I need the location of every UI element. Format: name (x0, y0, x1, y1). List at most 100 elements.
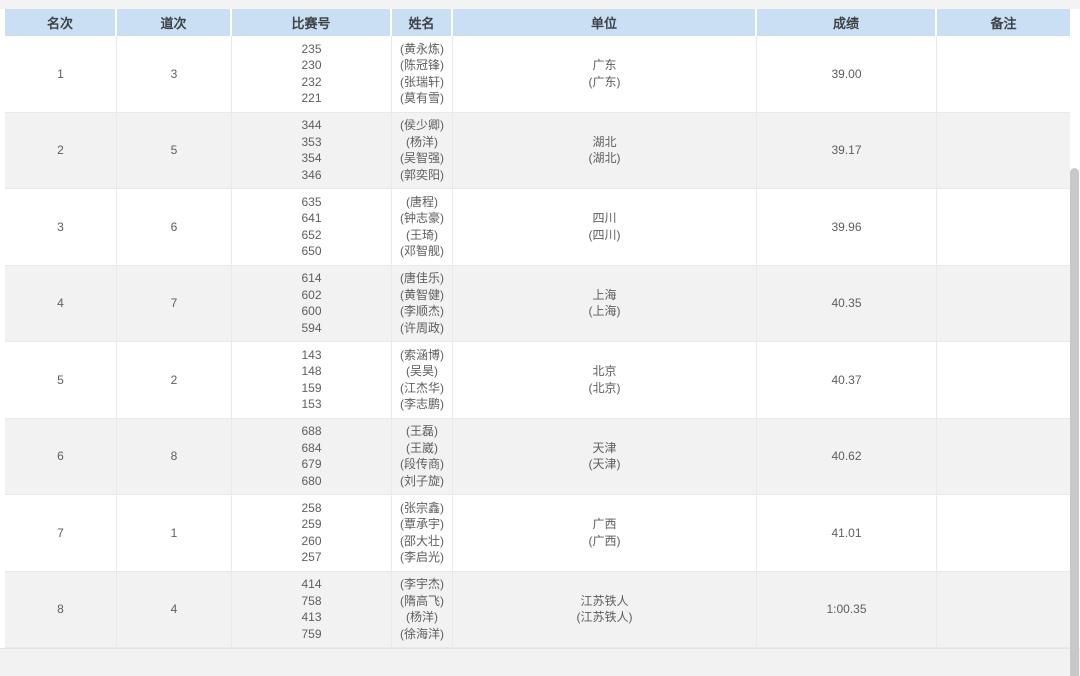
cell-bibs: 688684679680 (232, 419, 392, 495)
cell-result: 39.17 (757, 113, 937, 189)
cell-rank: 5 (5, 342, 117, 418)
column-header-bib: 比赛号 (232, 9, 392, 36)
cell-rank: 3 (5, 189, 117, 265)
cell-remark (937, 36, 1070, 112)
cell-remark (937, 189, 1070, 265)
athlete-name: (李顺杰) (400, 303, 444, 320)
column-header-result: 成绩 (757, 9, 937, 36)
team-name: (广东) (589, 74, 621, 91)
athlete-name: (王琦) (406, 227, 438, 244)
bib-number: 414 (301, 576, 321, 593)
athlete-name: (吴智强) (400, 150, 444, 167)
athlete-name: (黄智健) (400, 287, 444, 304)
cell-bibs: 414758413759 (232, 572, 392, 648)
cell-lane: 8 (117, 419, 232, 495)
cell-remark (937, 342, 1070, 418)
team-name: 四川 (592, 210, 616, 227)
table-row: 2 5 344353354346 (侯少卿)(杨洋)(吴智强)(郭奕阳) 湖北(… (5, 113, 1070, 190)
bib-number: 143 (301, 347, 321, 364)
team-name: 广西 (592, 516, 616, 533)
table-row: 3 6 635641652650 (唐程)(钟志豪)(王琦)(邓智舰) 四川(四… (5, 189, 1070, 266)
cell-remark (937, 266, 1070, 342)
bib-number: 652 (301, 227, 321, 244)
team-name: 天津 (592, 440, 616, 457)
cell-rank: 7 (5, 495, 117, 571)
table-row: 1 3 235230232221 (黄永炼)(陈冠锋)(张瑞轩)(莫有雪) 广东… (5, 36, 1070, 113)
athlete-name: (侯少卿) (400, 117, 444, 134)
cell-names: (唐佳乐)(黄智健)(李顺杰)(许周政) (392, 266, 453, 342)
bib-number: 680 (301, 473, 321, 490)
cell-remark (937, 572, 1070, 648)
cell-result: 40.37 (757, 342, 937, 418)
athlete-name: (陈冠锋) (400, 57, 444, 74)
cell-result: 39.96 (757, 189, 937, 265)
cell-result: 39.00 (757, 36, 937, 112)
team-name: (江苏铁人) (577, 609, 633, 626)
athlete-name: (李宇杰) (400, 576, 444, 593)
cell-team: 江苏铁人(江苏铁人) (453, 572, 757, 648)
bib-number: 354 (301, 150, 321, 167)
athlete-name: (吴昊) (406, 363, 438, 380)
column-header-remark: 备注 (937, 9, 1070, 36)
team-name: 江苏铁人 (580, 593, 628, 610)
team-name: (湖北) (589, 150, 621, 167)
athlete-name: (许周政) (400, 320, 444, 337)
table-header-row: 名次 道次 比赛号 姓名 单位 成绩 备注 (5, 9, 1070, 36)
cell-bibs: 635641652650 (232, 189, 392, 265)
bib-number: 602 (301, 287, 321, 304)
athlete-name: (郭奕阳) (400, 167, 444, 184)
table-row: 8 4 414758413759 (李宇杰)(隋高飞)(杨洋)(徐海洋) 江苏铁… (5, 572, 1070, 649)
bib-number: 259 (301, 516, 321, 533)
team-name: (广西) (589, 533, 621, 550)
athlete-name: (索涵博) (400, 347, 444, 364)
bib-number: 159 (301, 380, 321, 397)
cell-lane: 5 (117, 113, 232, 189)
team-name: (天津) (589, 456, 621, 473)
bib-number: 221 (301, 90, 321, 107)
athlete-name: (莫有雪) (400, 90, 444, 107)
cell-bibs: 235230232221 (232, 36, 392, 112)
cell-result: 1:00.35 (757, 572, 937, 648)
athlete-name: (钟志豪) (400, 210, 444, 227)
team-name: (北京) (589, 380, 621, 397)
athlete-name: (唐程) (406, 194, 438, 211)
athlete-name: (邵大壮) (400, 533, 444, 550)
cell-team: 天津(天津) (453, 419, 757, 495)
cell-team: 北京(北京) (453, 342, 757, 418)
bib-number: 257 (301, 549, 321, 566)
table-row: 6 8 688684679680 (王磊)(王崴)(段传商)(刘子旋) 天津(天… (5, 419, 1070, 496)
cell-result: 41.01 (757, 495, 937, 571)
bib-number: 758 (301, 593, 321, 610)
team-name: 上海 (592, 287, 616, 304)
bib-number: 353 (301, 134, 321, 151)
table-row: 4 7 614602600594 (唐佳乐)(黄智健)(李顺杰)(许周政) 上海… (5, 266, 1070, 343)
cell-bibs: 344353354346 (232, 113, 392, 189)
bib-number: 688 (301, 423, 321, 440)
vertical-scrollbar-thumb[interactable] (1070, 168, 1079, 676)
bib-number: 600 (301, 303, 321, 320)
column-header-rank: 名次 (5, 9, 117, 36)
cell-lane: 4 (117, 572, 232, 648)
column-header-team: 单位 (453, 9, 757, 36)
bib-number: 684 (301, 440, 321, 457)
cell-lane: 3 (117, 36, 232, 112)
cell-rank: 6 (5, 419, 117, 495)
athlete-name: (杨洋) (406, 609, 438, 626)
cell-names: (王磊)(王崴)(段传商)(刘子旋) (392, 419, 453, 495)
athlete-name: (杨洋) (406, 134, 438, 151)
cell-team: 四川(四川) (453, 189, 757, 265)
athlete-name: (覃承宇) (400, 516, 444, 533)
bib-number: 679 (301, 456, 321, 473)
table-body: 1 3 235230232221 (黄永炼)(陈冠锋)(张瑞轩)(莫有雪) 广东… (5, 36, 1070, 648)
cell-remark (937, 495, 1070, 571)
cell-bibs: 143148159153 (232, 342, 392, 418)
page-top-strip (0, 0, 1080, 9)
bib-number: 153 (301, 396, 321, 413)
cell-names: (张宗鑫)(覃承宇)(邵大壮)(李启光) (392, 495, 453, 571)
team-name: 湖北 (592, 134, 616, 151)
table-row: 7 1 258259260257 (张宗鑫)(覃承宇)(邵大壮)(李启光) 广西… (5, 495, 1070, 572)
athlete-name: (张瑞轩) (400, 74, 444, 91)
athlete-name: (隋高飞) (400, 593, 444, 610)
bib-number: 641 (301, 210, 321, 227)
athlete-name: (王磊) (406, 423, 438, 440)
